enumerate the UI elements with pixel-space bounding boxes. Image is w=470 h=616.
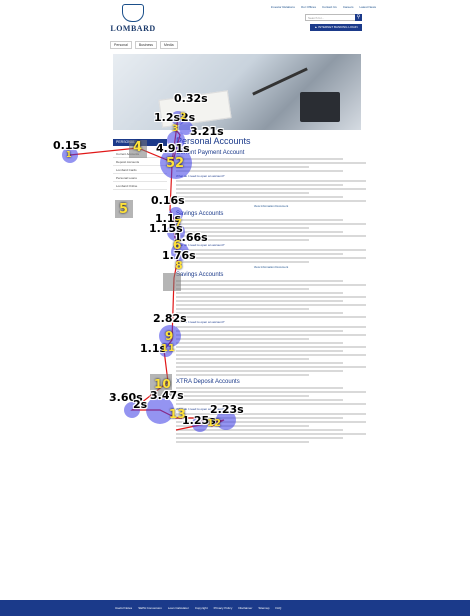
footer-link[interactable]: Copyright: [195, 606, 208, 610]
view-document-link[interactable]: View Information Document: [176, 204, 366, 208]
duration-label: 0.32s: [174, 92, 208, 105]
fixation-number: 13: [169, 407, 186, 421]
fixation-number: 7: [175, 218, 182, 229]
duration-label: 0.16s: [151, 194, 185, 207]
fixation-number: 8: [175, 259, 183, 272]
section-title: Savings Accounts: [176, 211, 224, 217]
internet-banking-button[interactable]: ▲ INTERNET BANKING LOGIN: [310, 24, 362, 31]
main-content: Personal Accounts Current Payment Accoun…: [176, 136, 366, 445]
top-links: Investor Relations Our Offices Contact U…: [271, 5, 376, 9]
top-link-careers[interactable]: Careers: [343, 5, 354, 9]
top-link-investor-relations[interactable]: Investor Relations: [271, 5, 295, 9]
footer-link[interactable]: SEPA Conversion: [138, 606, 162, 610]
hero-calculator: [300, 92, 340, 122]
footer-link[interactable]: Privacy Policy: [214, 606, 233, 610]
duration-label: 4.91s: [156, 142, 190, 155]
sidebar-list: Current Accounts Deposit Accounts Lombar…: [113, 150, 167, 190]
nav-tab-business[interactable]: Business: [134, 41, 158, 49]
footer-link[interactable]: Sitemap: [258, 606, 269, 610]
sidebar-item-deposit-accounts[interactable]: Deposit Accounts: [113, 158, 167, 166]
duration-label: 2s: [133, 398, 148, 411]
duration-label: 3.21s: [190, 125, 224, 138]
sidebar-item-personal-loans[interactable]: Personal Loans: [113, 174, 167, 182]
main-nav: Personal Business Media: [110, 41, 178, 49]
fixation-number: 1: [66, 150, 72, 159]
sidebar-item-lombard-cards[interactable]: Lombard Cards: [113, 166, 167, 174]
fixation-number: 52: [166, 156, 185, 171]
search-icon[interactable]: ⚲: [355, 14, 362, 21]
fixation-number: 11: [161, 343, 175, 354]
section-subtitle: What do I need to open an account?: [176, 320, 225, 324]
section-title: Savings Accounts: [176, 272, 224, 278]
fixation-number: 5: [119, 202, 129, 217]
sidebar-item-lombard-online[interactable]: Lombard Online: [113, 182, 167, 190]
search-input[interactable]: Search for...: [305, 14, 357, 21]
section-title: XTRA Deposit Accounts: [176, 379, 240, 385]
top-link-latest-news[interactable]: Latest News: [359, 5, 376, 9]
section-subtitle: What do I need to open an account?: [176, 174, 225, 178]
crest-icon: [122, 4, 144, 22]
footer-link[interactable]: FAQ: [275, 606, 281, 610]
fixation-number: 6: [173, 238, 182, 252]
nav-tab-personal[interactable]: Personal: [110, 41, 132, 49]
footer: Useful Notes SEPA Conversion Loan Calcul…: [0, 600, 470, 616]
bank-logo[interactable]: LOMBARD: [108, 4, 158, 33]
fixation-number: 3: [172, 124, 179, 134]
fixation-number: 12: [207, 418, 221, 429]
fixation-number: 4: [133, 140, 143, 155]
logo-text: LOMBARD: [110, 24, 156, 33]
duration-label: 2.23s: [210, 403, 244, 416]
nav-tab-media[interactable]: Media: [160, 41, 178, 49]
duration-label: 2.82s: [153, 312, 187, 325]
top-link-our-offices[interactable]: Our Offices: [301, 5, 316, 9]
footer-link[interactable]: Disclaimer: [238, 606, 252, 610]
section-subtitle: What do I need to open an account?: [176, 407, 225, 411]
footer-link[interactable]: Loan Calculator: [168, 606, 189, 610]
fixation-number: 9: [165, 329, 174, 343]
fixation-number: 2: [180, 112, 187, 122]
footer-link[interactable]: Useful Notes: [115, 606, 132, 610]
top-link-contact-us[interactable]: Contact Us: [322, 5, 337, 9]
section-title: Current Payment Account: [176, 150, 245, 156]
view-document-link[interactable]: View Information Document: [176, 265, 366, 269]
fixation-number: 10: [154, 377, 171, 391]
duration-label: 1.2s: [154, 111, 181, 124]
